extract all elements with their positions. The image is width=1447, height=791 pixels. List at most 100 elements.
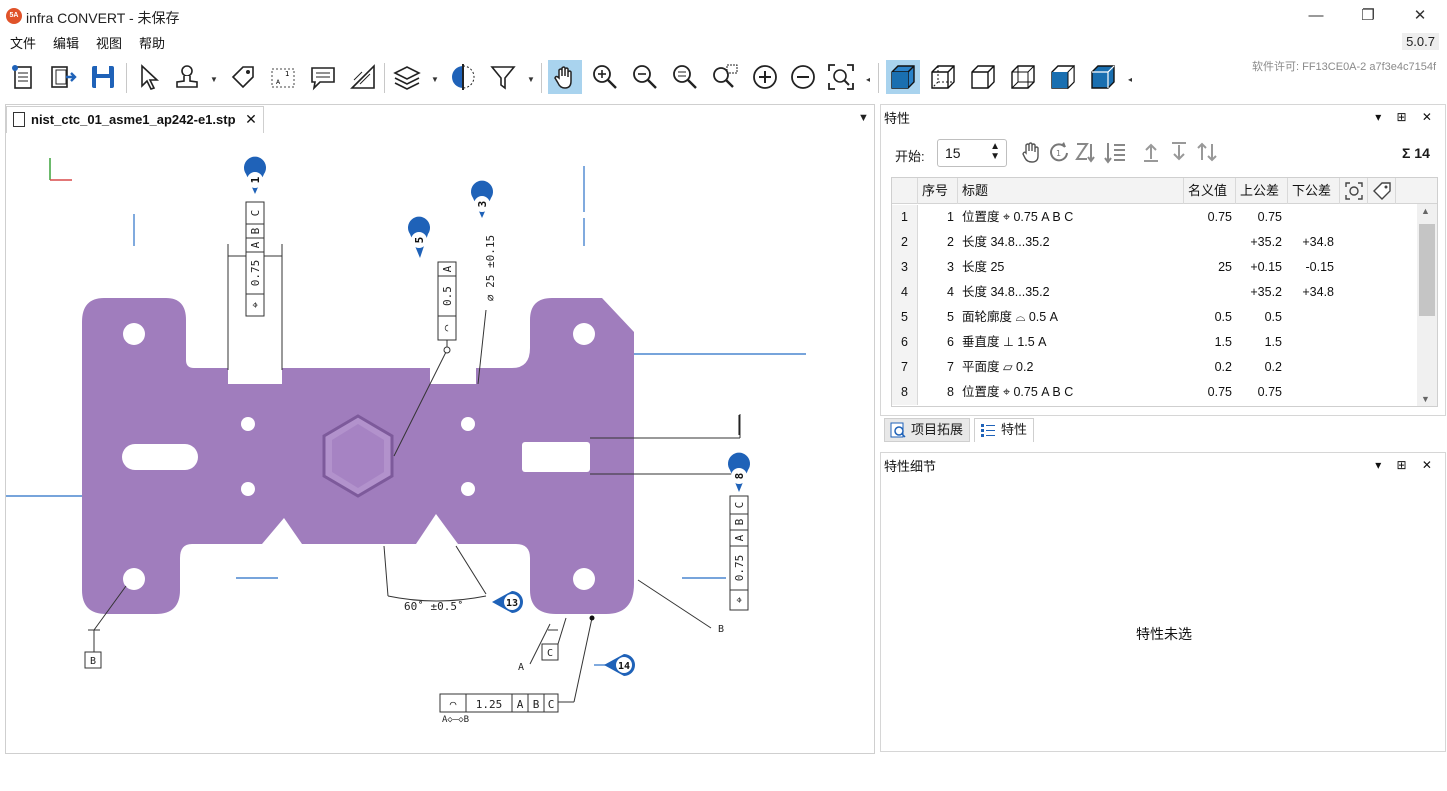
panel-controls[interactable]: ▾ ⊞ ✕ (1375, 110, 1438, 124)
column-tag-icon[interactable] (1368, 178, 1396, 204)
tab-project-extension[interactable]: 项目拓展 (884, 418, 971, 442)
document-tab[interactable]: nist_ctc_01_asme1_ap242-e1.stp ✕ (6, 106, 264, 133)
cell-lower-tol (1288, 355, 1334, 380)
pan-hand-icon[interactable] (548, 60, 582, 94)
scroll-up-icon[interactable]: ▲ (1421, 206, 1430, 216)
balloon-1[interactable]: 1 (244, 156, 266, 194)
zoom-fit-icon[interactable] (668, 60, 702, 94)
table-row[interactable]: 2 2 长度 34.8...35.2 +35.2 +34.8 (892, 230, 1418, 255)
cube-wire-icon[interactable] (926, 60, 960, 94)
tab-list-icon[interactable]: ▼ (858, 112, 869, 124)
zoom-window-icon[interactable] (708, 60, 742, 94)
sort-za-icon[interactable] (1074, 139, 1102, 167)
move-bottom-icon[interactable] (1166, 139, 1194, 167)
table-row[interactable]: 1 1 位置度 ⌖ 0.75 A B C 0.75 0.75 (892, 205, 1418, 230)
start-number-stepper[interactable]: 15 ▲ ▼ (937, 139, 1007, 167)
column-nominal[interactable]: 名义值 (1184, 178, 1236, 204)
svg-text:1: 1 (285, 70, 289, 78)
move-top-icon[interactable] (1138, 139, 1166, 167)
maximize-button[interactable]: ❐ (1348, 4, 1388, 28)
cube-outline-icon[interactable] (1006, 60, 1040, 94)
column-upper-tol[interactable]: 上公差 (1236, 178, 1288, 204)
minus-icon[interactable] (786, 60, 820, 94)
fcf-balloon-8[interactable]: C B A 0.75 ⌖ (729, 495, 749, 611)
pick-hand-icon[interactable] (1018, 139, 1046, 167)
properties-table: 序号 标题 名义值 上公差 下公差 1 1 位置度 ⌖ 0.75 A B C 0.75… (891, 177, 1438, 407)
new-document-icon[interactable] (6, 60, 40, 94)
layers-icon[interactable] (390, 60, 424, 94)
filter-icon[interactable] (486, 60, 520, 94)
table-scrollbar[interactable]: ▲ ▼ (1417, 204, 1437, 406)
save-icon[interactable] (86, 60, 120, 94)
balloon-5[interactable]: 5 (408, 216, 430, 258)
balloon-13[interactable]: 13 (492, 591, 523, 613)
plus-icon[interactable] (748, 60, 782, 94)
zoom-region-icon[interactable]: 1A (266, 60, 300, 94)
close-window-button[interactable]: ✕ (1400, 4, 1440, 28)
cell-nominal: 0.2 (1214, 360, 1232, 374)
fcf-14[interactable]: ◠ 1.25 A B C A◇—◇B (439, 693, 559, 725)
table-row[interactable]: 7 7 平面度 ▱ 0.2 0.2 0.2 (892, 355, 1418, 380)
export-icon[interactable] (46, 60, 80, 94)
balloon-3[interactable]: 3 (471, 180, 493, 218)
stamp-icon[interactable] (170, 60, 204, 94)
3d-viewport[interactable]: C B A 0.75 ⌖ 1 A 0.5 ◠ 5 ⌀ 25 ±0.15 3 C … (6, 134, 874, 754)
datum-b-box: B (84, 651, 102, 669)
menu-bar: 文件 编辑 视图 帮助 (0, 31, 1447, 53)
column-seq[interactable]: 序号 (918, 178, 958, 204)
select-cursor-icon[interactable] (132, 60, 166, 94)
measure-icon[interactable] (346, 60, 380, 94)
section-icon[interactable] (446, 60, 480, 94)
menu-edit[interactable]: 编辑 (53, 33, 79, 52)
sort-list-icon[interactable] (1102, 139, 1130, 167)
table-row[interactable]: 3 3 长度 25 25 +0.15 -0.15 (892, 255, 1418, 280)
balloon-8[interactable]: 8 (728, 452, 750, 492)
menu-view[interactable]: 视图 (96, 33, 122, 52)
cell-title: 长度 34.8...35.2 (962, 235, 1050, 249)
table-row[interactable]: 6 6 垂直度 ⊥ 1.5 A 1.5 1.5 (892, 330, 1418, 355)
cube-blue-icon[interactable] (1086, 60, 1120, 94)
menu-file[interactable]: 文件 (10, 33, 36, 52)
cell-upper-tol: +35.2 (1250, 285, 1282, 299)
model-drawing[interactable]: C B A 0.75 ⌖ 1 A 0.5 ◠ 5 ⌀ 25 ±0.15 3 C … (6, 134, 874, 754)
column-lower-tol[interactable]: 下公差 (1288, 178, 1340, 204)
cell-seq: 2 (947, 235, 954, 249)
close-tab-icon[interactable]: ✕ (245, 111, 257, 127)
svg-text:C: C (547, 648, 553, 659)
zoom-in-icon[interactable] (588, 60, 622, 94)
table-row[interactable]: 5 5 面轮廓度 ⌓ 0.5 A 0.5 0.5 (892, 305, 1418, 330)
cube-shaded-icon[interactable] (886, 60, 920, 94)
project-icon (890, 422, 906, 438)
tag-icon[interactable] (226, 60, 260, 94)
menu-help[interactable]: 帮助 (139, 33, 165, 52)
balloon-14[interactable]: 14 (594, 654, 635, 676)
renumber-icon[interactable]: 1 (1046, 139, 1074, 167)
fcf-balloon-1[interactable]: C B A 0.75 ⌖ (245, 201, 265, 317)
cell-seq: 5 (947, 310, 954, 324)
comment-icon[interactable] (306, 60, 340, 94)
column-camera-icon[interactable] (1340, 178, 1368, 204)
svg-text:3: 3 (476, 201, 489, 208)
zoom-all-icon[interactable] (824, 60, 858, 94)
stepper-arrows-icon[interactable]: ▲ ▼ (990, 142, 1000, 162)
details-panel-controls[interactable]: ▾ ⊞ ✕ (1375, 458, 1438, 472)
scroll-thumb[interactable] (1419, 224, 1435, 316)
fcf-balloon-5[interactable]: A 0.5 ◠ (437, 261, 457, 341)
details-panel-header: 特性细节 ▾ ⊞ ✕ (884, 456, 1444, 478)
tab-properties[interactable]: 特性 (974, 418, 1035, 442)
column-title[interactable]: 标题 (958, 178, 1184, 204)
scroll-down-icon[interactable]: ▼ (1421, 394, 1430, 404)
cell-upper-tol: 0.75 (1257, 385, 1282, 399)
table-row[interactable]: 8 8 位置度 ⌖ 0.75 A B C 0.75 0.75 (892, 380, 1418, 405)
cube-hidden-icon[interactable] (966, 60, 1000, 94)
cube-solid-icon[interactable] (1046, 60, 1080, 94)
minimize-button[interactable]: — (1296, 4, 1336, 28)
fcf-1-b: B (249, 227, 262, 234)
zoom-out-icon[interactable] (628, 60, 662, 94)
sort-updown-icon[interactable] (1194, 139, 1222, 167)
corner-cell (892, 178, 918, 204)
document-tab-label: nist_ctc_01_asme1_ap242-e1.stp (31, 112, 236, 127)
angle-dimension-13: 60˚ ±0.5˚ (404, 600, 464, 613)
cell-title: 长度 34.8...35.2 (962, 285, 1050, 299)
table-row[interactable]: 4 4 长度 34.8...35.2 +35.2 +34.8 (892, 280, 1418, 305)
